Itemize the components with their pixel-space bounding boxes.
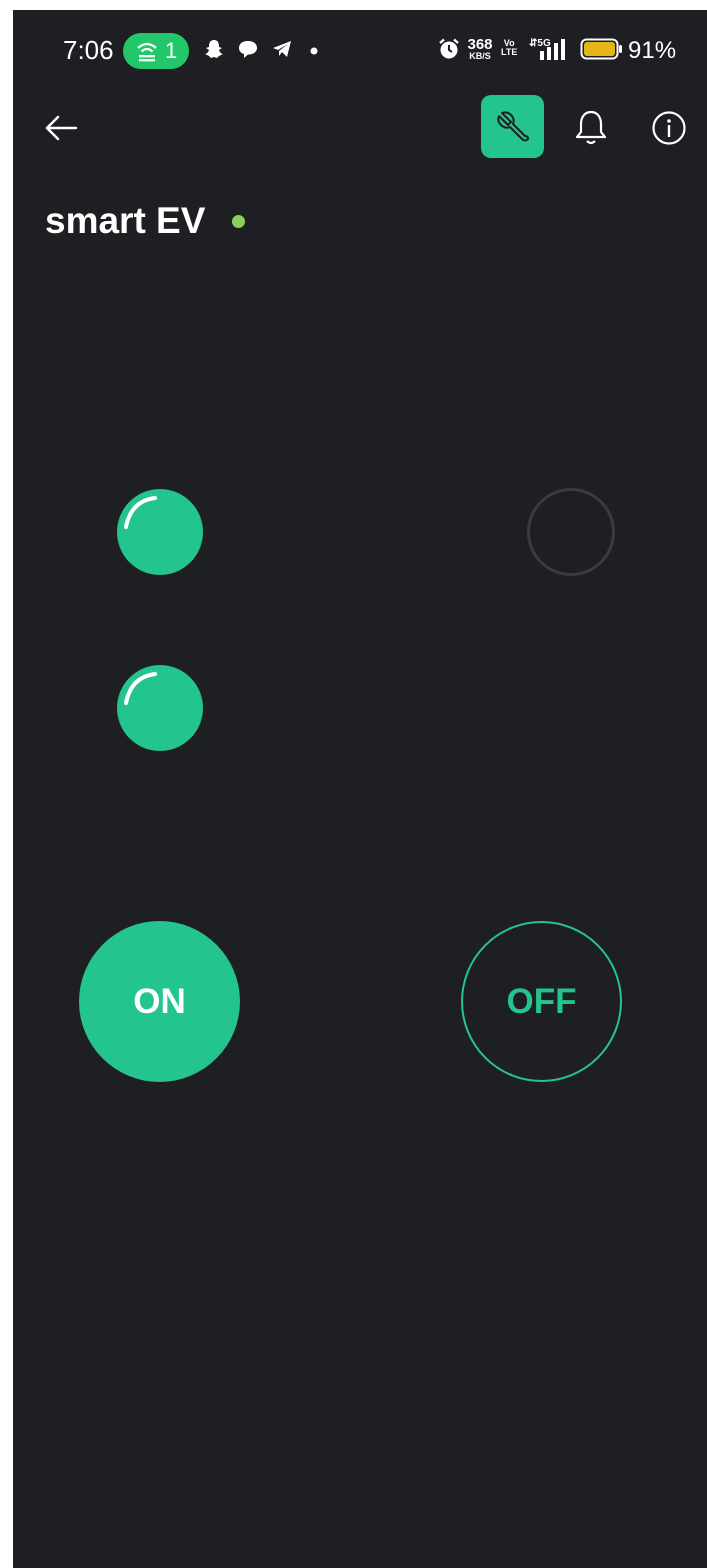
signal-5g-icon: ⇵5G bbox=[529, 38, 565, 60]
hotspot-count: 1 bbox=[165, 38, 178, 63]
battery-icon bbox=[580, 38, 622, 60]
battery-percent: 91% bbox=[628, 37, 677, 64]
status-time: 7:06 bbox=[63, 35, 114, 65]
on-button[interactable]: ON bbox=[79, 921, 240, 1082]
back-button[interactable] bbox=[43, 110, 79, 146]
device-title: smart EV bbox=[45, 200, 206, 241]
message-bubble-icon bbox=[239, 41, 257, 58]
wrench-icon bbox=[497, 111, 529, 142]
notifications-button[interactable] bbox=[573, 108, 609, 146]
led-shine-icon bbox=[124, 672, 157, 705]
led-shine-icon bbox=[124, 496, 157, 529]
app-screen: 7:06 1 368 KB/S Vo LTE ⇵5G 91% smart EV … bbox=[13, 10, 707, 1568]
more-notifications-dot-icon bbox=[310, 47, 318, 55]
led-indicator-2 bbox=[527, 488, 615, 576]
telegram-icon bbox=[273, 41, 291, 57]
developer-tools-button[interactable] bbox=[481, 95, 544, 158]
volte-indicator: Vo LTE bbox=[501, 38, 518, 58]
alarm-icon bbox=[439, 38, 459, 59]
hotspot-icon bbox=[137, 42, 157, 62]
arrow-left-icon bbox=[45, 115, 78, 141]
net-speed: 368 KB/S bbox=[465, 37, 495, 61]
led-indicator-3 bbox=[117, 665, 203, 751]
status-bar: 7:06 1 368 KB/S Vo LTE ⇵5G 91% bbox=[13, 10, 707, 90]
info-icon bbox=[652, 111, 686, 145]
led-indicator-1 bbox=[117, 489, 203, 575]
bell-icon bbox=[575, 110, 607, 145]
volte-bottom: LTE bbox=[501, 47, 518, 58]
net-speed-unit: KB/S bbox=[469, 51, 491, 61]
off-button[interactable]: OFF bbox=[461, 921, 622, 1082]
hotspot-badge: 1 bbox=[123, 33, 189, 69]
online-status-dot bbox=[232, 215, 245, 228]
info-button[interactable] bbox=[651, 110, 687, 146]
net-speed-value: 368 bbox=[467, 36, 493, 53]
snapchat-icon bbox=[205, 40, 223, 58]
